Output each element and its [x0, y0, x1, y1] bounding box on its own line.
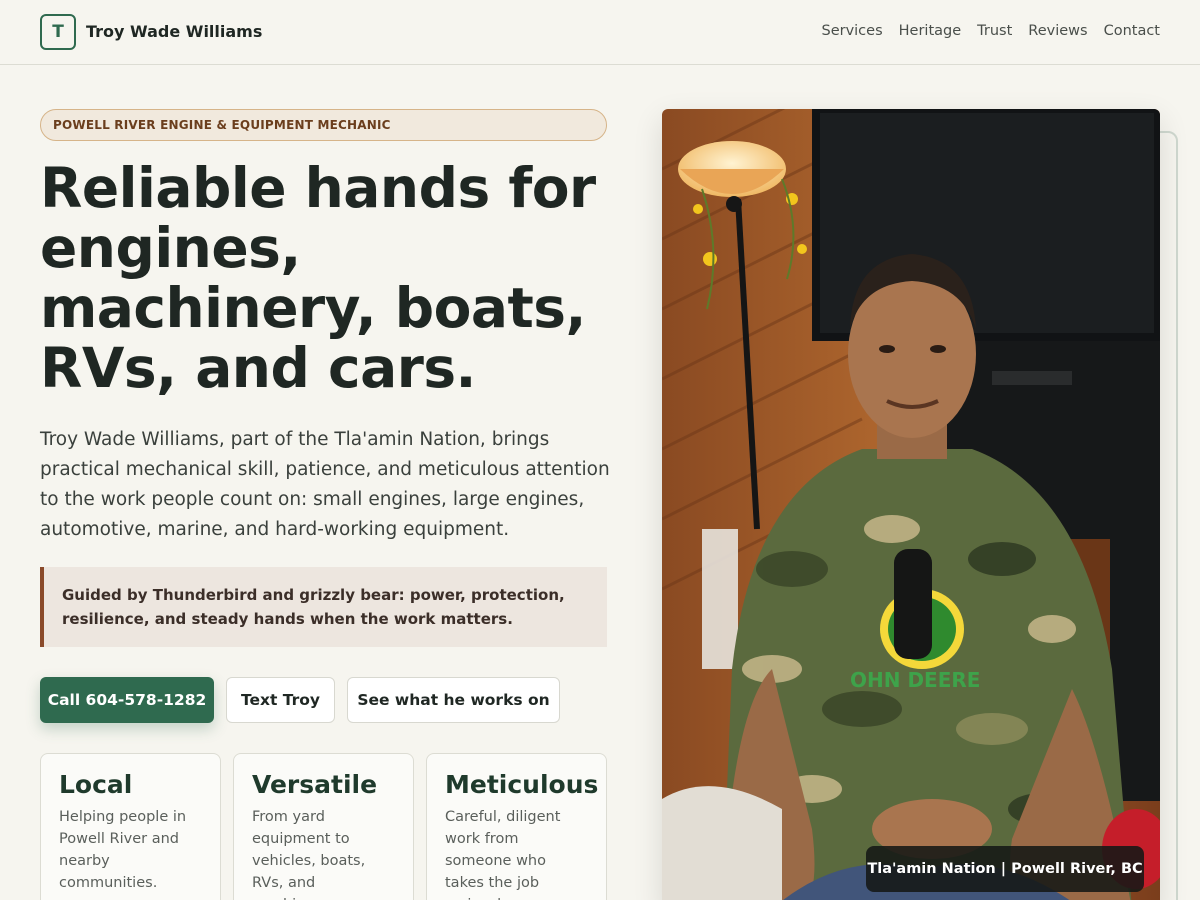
text-troy-button[interactable]: Text Troy — [226, 677, 335, 723]
portrait-photo: OHN DEERE — [662, 109, 1160, 900]
feature-card-title: Meticulous — [445, 770, 599, 799]
eyebrow-badge: POWELL RIVER ENGINE & EQUIPMENT MECHANIC — [40, 109, 607, 141]
logo-icon[interactable]: T — [40, 14, 76, 50]
feature-card-title: Versatile — [252, 770, 378, 799]
feature-card-versatile: Versatile From yard equipment to vehicle… — [233, 753, 414, 900]
feature-card-body: Helping people in Powell River and nearb… — [59, 809, 187, 891]
nav-link-contact[interactable]: Contact — [1104, 23, 1160, 39]
see-services-button[interactable]: See what he works on — [347, 677, 560, 723]
guiding-quote: Guided by Thunderbird and grizzly bear: … — [40, 567, 607, 647]
feature-card-local: Local Helping people in Powell River and… — [40, 753, 221, 900]
portrait-illustration: OHN DEERE — [662, 109, 1160, 900]
nav-link-reviews[interactable]: Reviews — [1028, 23, 1087, 39]
feature-card-body: Careful, diligent work from someone who … — [445, 809, 561, 900]
call-button[interactable]: Call 604-578-1282 — [40, 677, 214, 723]
main-nav: Services Heritage Trust Reviews Contact — [821, 23, 1160, 39]
feature-card-title: Local — [59, 770, 133, 799]
shirt-print-text: OHN DEERE — [850, 668, 980, 692]
feature-card-meticulous: Meticulous Careful, diligent work from s… — [426, 753, 607, 900]
site-header: T Troy Wade Williams Services Heritage T… — [0, 0, 1200, 65]
feature-card-body: From yard equipment to vehicles, boats, … — [252, 809, 366, 900]
nav-link-trust[interactable]: Trust — [977, 23, 1012, 39]
brand-name[interactable]: Troy Wade Williams — [86, 22, 262, 41]
hero-lede: Troy Wade Williams, part of the Tla'amin… — [40, 429, 610, 540]
nav-link-heritage[interactable]: Heritage — [899, 23, 962, 39]
photo-caption: Tla'amin Nation | Powell River, BC — [866, 846, 1144, 892]
nav-link-services[interactable]: Services — [821, 23, 882, 39]
hero-headline: Reliable hands for engines, machinery, b… — [40, 156, 596, 400]
